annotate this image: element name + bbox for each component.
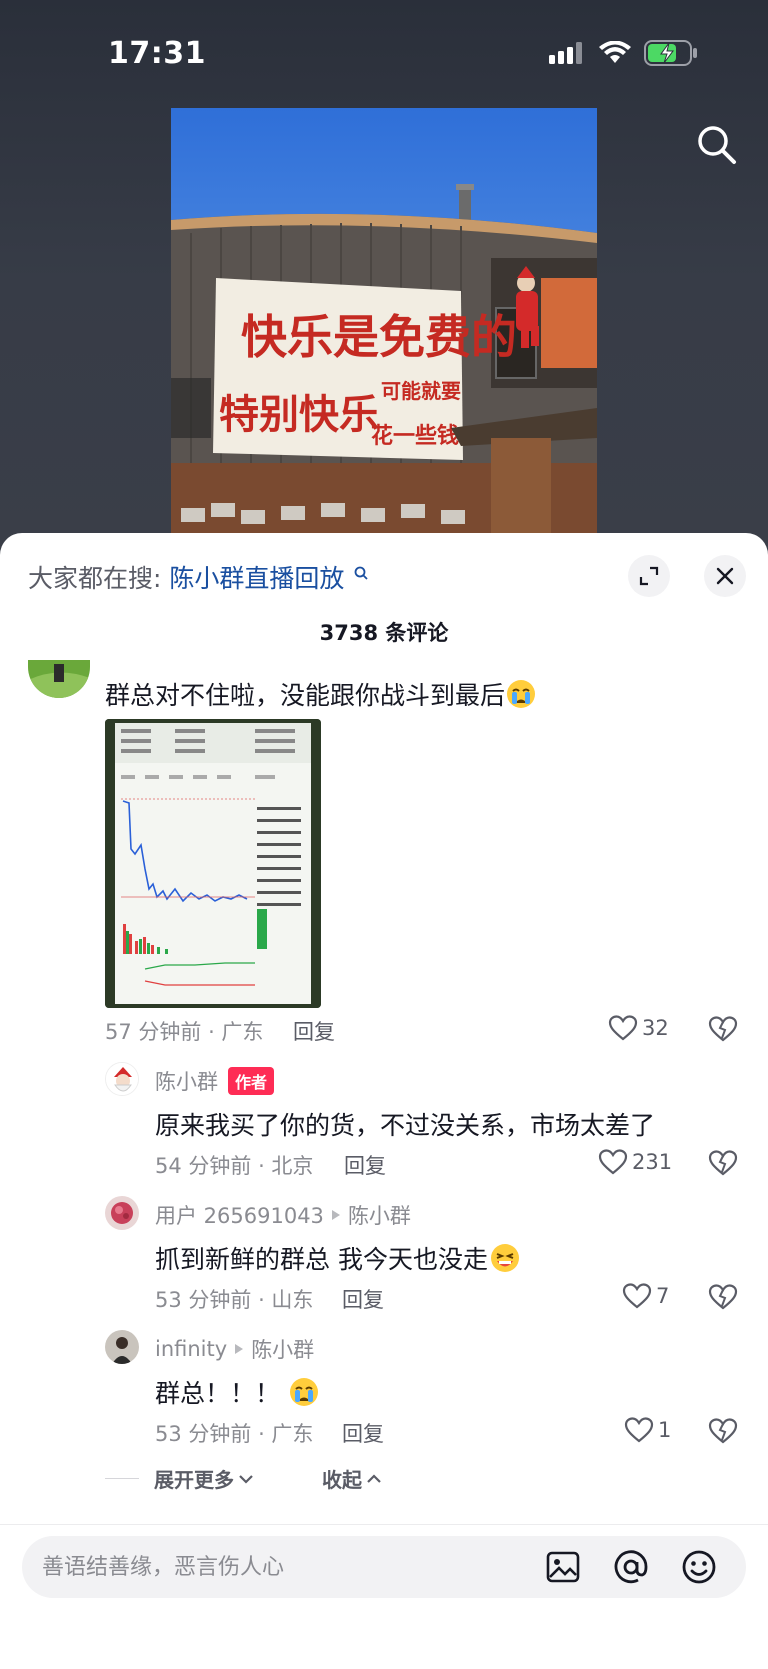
close-icon [716, 567, 734, 585]
username[interactable]: infinity [155, 1337, 227, 1361]
reply-arrow-icon [331, 1210, 340, 1220]
banner-line-2c: 花一些钱 [371, 423, 459, 449]
avatar[interactable] [105, 1196, 139, 1230]
reply-button[interactable]: 回复 [342, 1284, 384, 1314]
expand-row: 展开更多 收起 [0, 1464, 768, 1496]
search-icon [354, 559, 368, 588]
like-button[interactable]: 1 [624, 1416, 671, 1444]
reply-author: 用户 265691043 陈小群 [155, 1200, 411, 1230]
dislike-icon [708, 1150, 738, 1176]
search-button[interactable] [692, 120, 742, 170]
hot-search[interactable]: 大家都在搜: 陈小群直播回放 [28, 559, 368, 595]
comment-meta: 57 分钟前 · 广东 [105, 1020, 264, 1044]
chevron-down-icon [239, 1474, 253, 1484]
laughing-emoji-icon [488, 1242, 522, 1280]
avatar[interactable] [105, 1062, 139, 1096]
like-button[interactable]: 231 [598, 1148, 672, 1176]
dislike-button[interactable] [708, 1416, 738, 1446]
video-scene: 快乐是免费的 特别快乐 可能就要 花一些钱 [171, 108, 597, 533]
reply-text: 抓到新鲜的群总 我今天也没走 [155, 1240, 522, 1280]
like-button[interactable]: 7 [622, 1282, 669, 1310]
like-count: 231 [632, 1150, 673, 1174]
image-icon [546, 1551, 580, 1583]
username[interactable]: 陈小群 [155, 1066, 218, 1096]
image-button[interactable] [544, 1548, 582, 1586]
reply-meta: 53 分钟前 · 山东 [155, 1288, 314, 1312]
sheet-header: 大家都在搜: 陈小群直播回放 [0, 533, 768, 617]
stock-chart-screenshot [105, 719, 321, 1008]
reply-meta: 54 分钟前 · 北京 [155, 1154, 314, 1178]
search-icon [698, 126, 736, 164]
collapse-label: 收起 [322, 1468, 362, 1492]
dislike-button[interactable] [708, 1282, 738, 1312]
dislike-icon [708, 1418, 738, 1444]
comment-input[interactable] [42, 1536, 522, 1598]
emoji-icon [682, 1550, 716, 1584]
expand-button[interactable] [628, 555, 670, 597]
status-bar: 17:31 [0, 0, 768, 110]
reply-author: 陈小群 作者 [155, 1066, 275, 1096]
like-button[interactable]: 32 [608, 1014, 669, 1042]
banner-line-2: 特别快乐 [219, 392, 379, 438]
comment-input-bar [22, 1536, 746, 1598]
crying-emoji-icon [505, 678, 537, 716]
heart-icon [624, 1417, 654, 1443]
crying-emoji-icon [288, 1376, 320, 1414]
dislike-icon [708, 1284, 738, 1310]
heart-icon [598, 1149, 628, 1175]
at-icon [614, 1550, 648, 1584]
reply-text: 原来我买了你的货，不过没关系，市场太差了 [155, 1111, 656, 1140]
comment-text: 群总对不住啦，没能跟你战斗到最后 [105, 676, 537, 716]
close-button[interactable] [704, 555, 746, 597]
divider [0, 1524, 768, 1525]
comment-count: 3738 条评论 [319, 621, 449, 645]
mention-button[interactable] [612, 1548, 650, 1586]
reply-button[interactable]: 回复 [342, 1418, 384, 1448]
reply-meta: 53 分钟前 · 广东 [155, 1422, 314, 1446]
username[interactable]: 用户 265691043 [155, 1200, 324, 1230]
hot-search-term[interactable]: 陈小群直播回放 [169, 564, 344, 593]
heart-icon [608, 1015, 638, 1041]
dislike-button[interactable] [708, 1014, 738, 1044]
signal-icon [549, 42, 582, 64]
author-badge: 作者 [228, 1067, 275, 1095]
wifi-icon [599, 41, 631, 63]
like-count: 1 [658, 1418, 672, 1442]
reply-target[interactable]: 陈小群 [251, 1334, 314, 1364]
reply-text: 群总！！！ [155, 1374, 320, 1414]
reply-author: infinity 陈小群 [155, 1334, 314, 1364]
battery-icon [644, 40, 697, 66]
banner-line-2b: 可能就要 [381, 379, 461, 403]
heart-icon [622, 1283, 652, 1309]
chevron-up-icon [367, 1473, 381, 1483]
expand-more-button[interactable]: 展开更多 [154, 1464, 254, 1493]
avatar[interactable] [105, 1330, 139, 1364]
collapse-button[interactable]: 收起 [322, 1464, 382, 1493]
divider [105, 1478, 139, 1479]
expand-more-label: 展开更多 [154, 1468, 234, 1492]
dislike-button[interactable] [708, 1148, 738, 1178]
reply-target[interactable]: 陈小群 [348, 1200, 411, 1230]
like-count: 32 [642, 1016, 669, 1040]
reply-arrow-icon [235, 1344, 244, 1354]
status-time: 17:31 [108, 36, 206, 71]
status-icons [548, 40, 698, 66]
hot-search-prefix: 大家都在搜: [28, 564, 162, 593]
emoji-button[interactable] [680, 1548, 718, 1586]
reply-button[interactable]: 回复 [344, 1150, 386, 1180]
reply-button[interactable]: 回复 [293, 1016, 335, 1046]
video-frame[interactable]: 快乐是免费的 特别快乐 可能就要 花一些钱 [171, 108, 597, 533]
dislike-icon [708, 1016, 738, 1042]
comment-image[interactable] [105, 719, 321, 1008]
banner-line-1: 快乐是免费的 [241, 310, 517, 364]
expand-icon [639, 566, 659, 586]
like-count: 7 [656, 1284, 670, 1308]
